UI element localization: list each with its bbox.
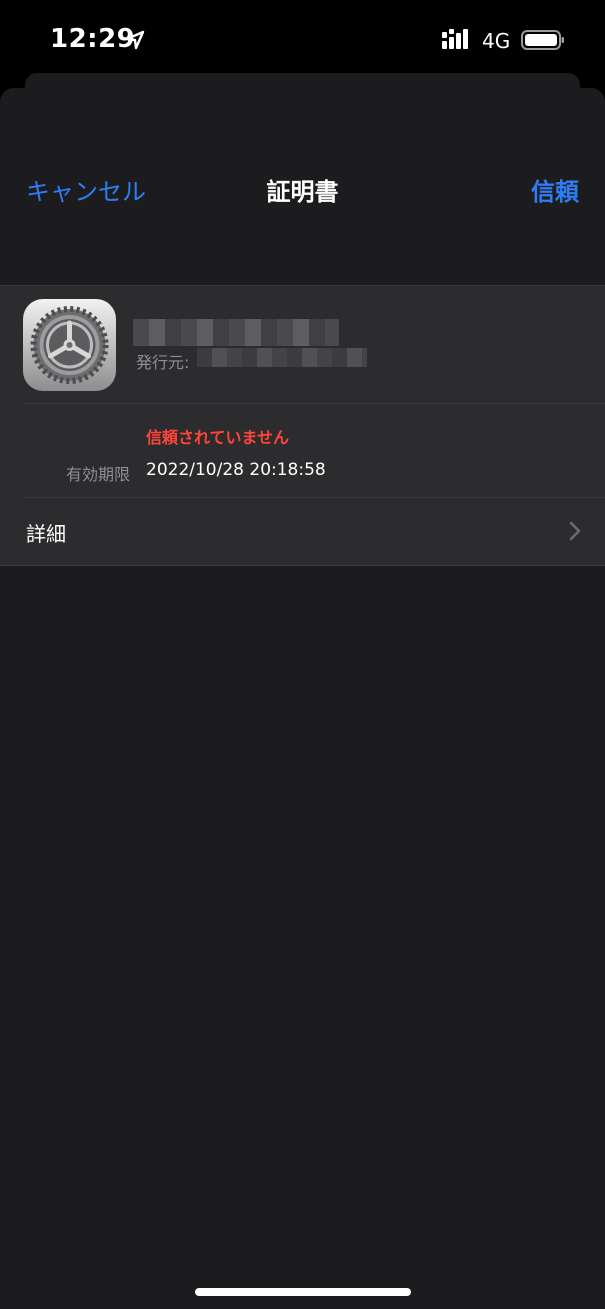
issuer-label: 発行元:	[136, 353, 190, 372]
battery-icon	[521, 29, 565, 55]
details-label: 詳細	[26, 522, 66, 546]
certificate-sheet	[0, 88, 605, 1309]
expiry-label: 有効期限	[65, 465, 130, 484]
expiry-value: 2022/10/28 20:18:58	[146, 460, 326, 480]
status-bar: 12:29 4G	[0, 0, 605, 80]
trust-status: 信頼されていません	[146, 428, 290, 447]
cancel-button[interactable]: キャンセル	[26, 172, 146, 207]
certificate-name-redacted	[133, 319, 339, 346]
home-indicator[interactable]	[195, 1288, 411, 1296]
chevron-right-icon	[569, 521, 581, 545]
divider	[23, 403, 605, 404]
details-row[interactable]: 詳細	[0, 498, 605, 565]
network-type: 4G	[482, 29, 511, 53]
status-time: 12:29	[50, 24, 136, 54]
trust-button[interactable]: 信頼	[531, 172, 579, 207]
settings-gear-icon	[23, 299, 116, 391]
signal-icon	[442, 29, 474, 55]
location-arrow-icon	[124, 29, 146, 55]
issuer-value-redacted	[197, 348, 367, 367]
